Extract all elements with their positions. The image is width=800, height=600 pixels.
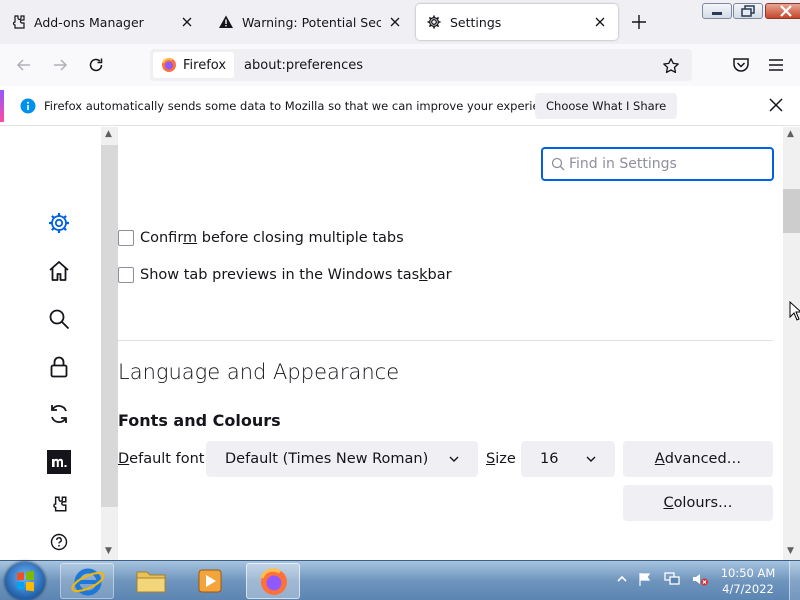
gear-icon bbox=[427, 15, 441, 29]
taskbar-media-player[interactable] bbox=[183, 563, 237, 599]
navigation-toolbar: Firefox about:preferences bbox=[0, 44, 800, 86]
system-tray bbox=[617, 571, 709, 587]
url-text[interactable]: about:preferences bbox=[244, 58, 363, 73]
minimize-button[interactable] bbox=[702, 3, 732, 19]
find-in-settings-input[interactable] bbox=[569, 156, 749, 172]
default-font-select[interactable]: Default (Times New Roman) bbox=[206, 441, 478, 477]
checkbox-label: Confirm before closing multiple tabs bbox=[140, 230, 404, 246]
checkbox[interactable] bbox=[118, 267, 134, 283]
font-size-value: 16 bbox=[540, 451, 559, 467]
lock-icon[interactable] bbox=[47, 355, 71, 379]
advanced-fonts-button[interactable]: Advanced… bbox=[623, 441, 773, 477]
volume-muted-icon[interactable] bbox=[691, 571, 709, 587]
clock-date: 4/7/2022 bbox=[722, 582, 774, 596]
bookmark-star-icon[interactable] bbox=[662, 57, 680, 75]
notification-bar: Firefox automatically sends some data to… bbox=[0, 86, 800, 126]
show-hidden-icons-arrow-icon[interactable] bbox=[617, 574, 627, 584]
media-player-icon bbox=[198, 569, 222, 593]
tab-title: Warning: Potential Security Risk Ahead bbox=[242, 14, 381, 30]
choose-what-i-share-button[interactable]: Choose What I Share bbox=[535, 93, 678, 119]
chevron-down-icon bbox=[449, 456, 459, 462]
tab-security-warning[interactable]: Warning: Potential Security Risk Ahead bbox=[208, 4, 413, 40]
taskbar-internet-explorer[interactable] bbox=[60, 563, 114, 599]
new-tab-icon[interactable] bbox=[630, 13, 648, 31]
forward-arrow-icon[interactable] bbox=[50, 55, 70, 75]
close-tab-icon[interactable] bbox=[387, 14, 403, 30]
start-button[interactable] bbox=[5, 562, 45, 600]
folder-icon bbox=[136, 571, 166, 593]
identity-box[interactable]: Firefox bbox=[153, 52, 235, 78]
find-in-settings-field[interactable] bbox=[541, 147, 774, 181]
show-desktop-button[interactable] bbox=[789, 561, 800, 600]
firefox-icon bbox=[162, 58, 176, 72]
close-tab-icon[interactable] bbox=[179, 14, 195, 30]
warning-icon bbox=[219, 15, 233, 28]
internet-explorer-icon bbox=[71, 568, 105, 596]
language-appearance-heading: Language and Appearance bbox=[118, 360, 400, 384]
close-window-button[interactable] bbox=[765, 3, 800, 19]
close-tab-icon[interactable] bbox=[592, 14, 608, 30]
tab-title: Settings bbox=[450, 14, 502, 30]
sidebar-scroll-thumb[interactable] bbox=[101, 145, 118, 507]
mozilla-m-icon[interactable] bbox=[47, 450, 71, 474]
windows-taskbar: 10:50 AM 4/7/2022 bbox=[0, 560, 800, 600]
url-bar[interactable]: Firefox about:preferences bbox=[150, 49, 692, 81]
extensions-puzzle-icon[interactable] bbox=[50, 495, 68, 513]
network-icon[interactable] bbox=[663, 571, 681, 587]
confirm-close-tabs-checkbox-row[interactable]: Confirm before closing multiple tabs bbox=[118, 230, 404, 246]
size-label: Size bbox=[486, 451, 516, 467]
chevron-down-icon bbox=[586, 456, 596, 462]
tab-previews-checkbox-row[interactable]: Show tab previews in the Windows taskbar bbox=[118, 267, 452, 283]
back-arrow-icon[interactable] bbox=[14, 55, 34, 75]
tab-title: Add-ons Manager bbox=[34, 14, 144, 30]
home-icon[interactable] bbox=[47, 259, 71, 283]
colours-button[interactable]: Colours… bbox=[623, 485, 773, 521]
notification-message: Firefox automatically sends some data to… bbox=[44, 99, 564, 113]
taskbar-firefox[interactable] bbox=[246, 563, 300, 599]
tab-strip: Add-ons Manager Warning: Potential Secur… bbox=[0, 0, 800, 44]
scroll-down-arrow-icon[interactable]: ▼ bbox=[787, 546, 794, 556]
section-divider bbox=[118, 340, 773, 341]
info-icon bbox=[20, 98, 36, 114]
fonts-colours-heading: Fonts and Colours bbox=[118, 411, 281, 430]
clock-time: 10:50 AM bbox=[720, 566, 776, 580]
default-font-label: Default font bbox=[118, 451, 205, 467]
action-center-flag-icon[interactable] bbox=[637, 571, 653, 587]
tab-settings[interactable]: Settings bbox=[416, 4, 618, 40]
main-scroll-thumb[interactable] bbox=[783, 189, 800, 233]
taskbar-clock[interactable]: 10:50 AM 4/7/2022 bbox=[716, 565, 780, 597]
minimize-icon bbox=[712, 12, 722, 15]
scroll-up-arrow-icon[interactable]: ▲ bbox=[105, 129, 112, 139]
sidebar-scrollbar[interactable]: ▲ ▼ bbox=[101, 127, 118, 560]
main-scrollbar[interactable]: ▲ ▼ bbox=[783, 127, 800, 560]
search-icon[interactable] bbox=[47, 307, 71, 331]
taskbar-file-explorer[interactable] bbox=[124, 563, 178, 599]
windows-logo-icon bbox=[17, 570, 34, 592]
restore-icon bbox=[741, 5, 755, 17]
close-icon bbox=[780, 5, 792, 17]
help-icon[interactable] bbox=[50, 533, 68, 551]
mouse-cursor-icon bbox=[789, 301, 800, 321]
scroll-down-arrow-icon[interactable]: ▼ bbox=[105, 546, 112, 556]
firefox-icon bbox=[260, 568, 287, 595]
font-size-select[interactable]: 16 bbox=[521, 441, 615, 477]
general-gear-icon[interactable] bbox=[47, 211, 71, 235]
sync-icon[interactable] bbox=[47, 402, 71, 426]
pocket-icon[interactable] bbox=[731, 55, 751, 75]
close-notification-icon[interactable] bbox=[768, 97, 784, 113]
menu-hamburger-icon[interactable] bbox=[766, 55, 786, 75]
puzzle-icon bbox=[12, 15, 25, 29]
search-icon bbox=[551, 157, 565, 171]
restore-button[interactable] bbox=[733, 3, 763, 19]
default-font-value: Default (Times New Roman) bbox=[225, 451, 429, 467]
identity-label: Firefox bbox=[183, 57, 227, 73]
settings-page: ▲ ▼ Confirm before closing multiple tabs… bbox=[0, 127, 800, 560]
tab-addons-manager[interactable]: Add-ons Manager bbox=[0, 4, 205, 40]
checkbox-label: Show tab previews in the Windows taskbar bbox=[140, 267, 452, 283]
scroll-up-arrow-icon[interactable]: ▲ bbox=[787, 129, 794, 139]
reload-icon[interactable] bbox=[86, 55, 106, 75]
checkbox[interactable] bbox=[118, 230, 134, 246]
